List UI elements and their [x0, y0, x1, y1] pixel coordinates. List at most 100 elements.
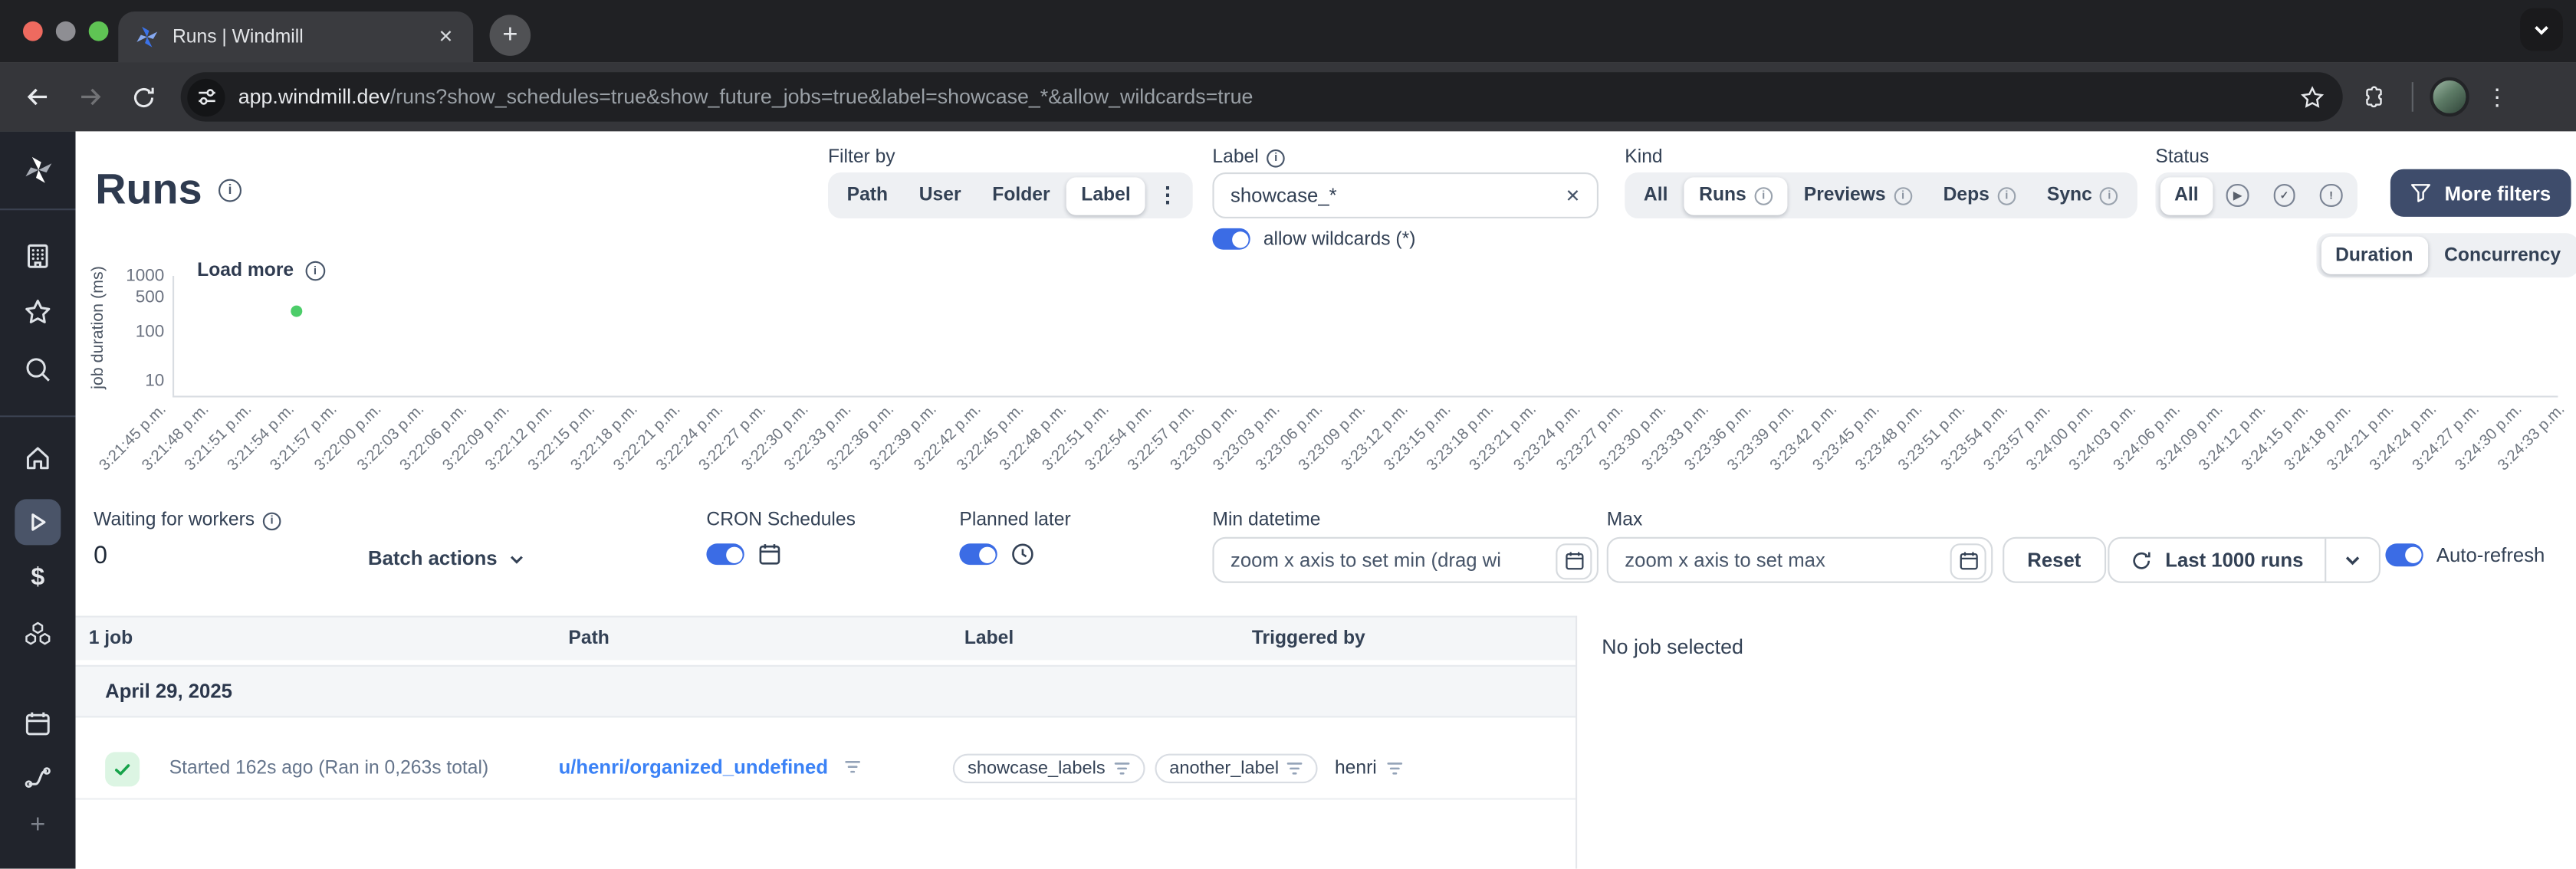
filter-by-user-icon[interactable]: [1387, 760, 1403, 776]
allow-wildcards-control: allow wildcards (*): [1212, 228, 1415, 250]
label-filter-input[interactable]: showcase_* ✕: [1212, 172, 1598, 218]
status-option-label: All: [2174, 185, 2199, 205]
bookmark-icon[interactable]: [2300, 84, 2334, 109]
address-bar[interactable]: app.windmill.dev/runs?show_schedules=tru…: [180, 72, 2343, 122]
view-option-label: Duration: [2335, 245, 2413, 266]
min-datetime-input[interactable]: zoom x axis to set min (drag wi: [1212, 536, 1598, 583]
triggered-by-user: henri: [1334, 758, 1377, 779]
job-count: 1 job: [88, 628, 133, 649]
screen: Runs | Windmill ✕ + app.windmill.dev/run…: [0, 0, 2576, 869]
windmill-logo-icon: [135, 25, 159, 49]
cron-schedules-control: [706, 542, 782, 566]
site-info-icon[interactable]: [187, 77, 225, 116]
windmill-sidebar-logo-icon[interactable]: [0, 154, 76, 185]
view-option-concurrency[interactable]: Concurrency: [2430, 237, 2576, 274]
browser-tab[interactable]: Runs | Windmill ✕: [118, 11, 474, 63]
close-window-button[interactable]: [23, 21, 43, 41]
sidebar-item-workers[interactable]: [0, 762, 76, 792]
cron-schedules-toggle[interactable]: [706, 543, 744, 566]
clear-label-icon[interactable]: ✕: [1566, 185, 1581, 206]
sidebar-item-favorites[interactable]: [0, 297, 76, 327]
status-failure-icon[interactable]: !: [2308, 176, 2354, 214]
sidebar-item-home[interactable]: [0, 444, 76, 474]
filter-by-path-icon[interactable]: [844, 759, 861, 775]
sidebar-item-runs[interactable]: [0, 499, 76, 546]
sidebar-item-add[interactable]: +: [0, 812, 76, 841]
load-more-info-icon[interactable]: i: [305, 261, 325, 281]
browser-tabstrip: Runs | Windmill ✕ +: [0, 0, 2576, 63]
minimize-window-button[interactable]: [55, 21, 76, 41]
profile-avatar[interactable]: [2430, 77, 2469, 117]
sidebar-item-resources[interactable]: [0, 619, 76, 649]
label-pill[interactable]: showcase_labels: [952, 753, 1145, 784]
kind-option-previews[interactable]: Previews i: [1789, 176, 1927, 214]
chart-y-axis-label: job duration (ms): [89, 266, 108, 389]
sidebar: $ +: [0, 131, 76, 869]
min-calendar-icon[interactable]: [1556, 543, 1592, 579]
more-filters-button[interactable]: More filters: [2390, 169, 2571, 217]
waiting-workers-value: 0: [94, 542, 108, 570]
auto-refresh-control: Auto-refresh: [2385, 543, 2545, 567]
zoom-window-button[interactable]: [88, 21, 109, 41]
chevron-down-icon: [507, 549, 525, 568]
kind-option-runs[interactable]: Runs i: [1684, 176, 1788, 215]
sidebar-item-workspace[interactable]: [0, 241, 76, 271]
sidebar-item-variables[interactable]: $: [0, 563, 76, 591]
filter-by-label-icon[interactable]: [1113, 760, 1129, 776]
runs-info-icon[interactable]: i: [219, 178, 242, 202]
kind-option-deps[interactable]: Deps i: [1928, 176, 2030, 214]
y-tick-label: 1000: [126, 266, 165, 286]
status-success-icon[interactable]: ✓: [2262, 176, 2307, 214]
tab-title: Runs | Windmill: [172, 27, 304, 48]
run-path-link[interactable]: u/henri/organized_undefined: [559, 756, 828, 779]
label-pill-text: showcase_labels: [968, 758, 1106, 779]
load-more-button[interactable]: Load more i: [197, 261, 325, 281]
sidebar-item-search[interactable]: [0, 355, 76, 385]
tab-search-button[interactable]: [2520, 8, 2563, 51]
allow-wildcards-toggle[interactable]: [1212, 228, 1250, 250]
tab-close-icon[interactable]: ✕: [435, 26, 456, 48]
new-tab-button[interactable]: +: [489, 15, 531, 56]
planned-later-control: [959, 542, 1035, 566]
batch-actions-button[interactable]: Batch actions: [368, 547, 525, 570]
status-running-icon[interactable]: ▶: [2215, 176, 2260, 214]
run-status-text: Started 162s ago (Ran in 0,263s total): [169, 758, 489, 779]
kind-segmented-control: All Runs i Previews i Deps i Sync i: [1625, 172, 2137, 218]
last-runs-split-button: Last 1000 runs: [2108, 536, 2381, 583]
status-failure-icon: !: [2320, 184, 2343, 207]
reset-button[interactable]: Reset: [2003, 536, 2106, 583]
max-calendar-icon[interactable]: [1950, 543, 1986, 579]
label-pill[interactable]: another_label: [1154, 753, 1319, 784]
sidebar-item-schedules[interactable]: [0, 710, 76, 739]
auto-refresh-toggle[interactable]: [2385, 543, 2423, 567]
filter-by-option-path[interactable]: Path: [832, 176, 902, 214]
chart-x-axis[interactable]: [172, 395, 2558, 398]
chrome-menu-icon[interactable]: ⋮: [2479, 83, 2515, 110]
view-toggle-segmented-control: Duration Concurrency: [2316, 233, 2576, 278]
view-option-duration[interactable]: Duration: [2320, 236, 2428, 274]
runs-page: Runs i Filter by Path User Folder Label ⋮ La…: [75, 131, 2576, 869]
table-row[interactable]: Started 162s ago (Ran in 0,263s total) u…: [75, 739, 1576, 800]
extensions-icon[interactable]: [2353, 76, 2396, 119]
filter-by-option-folder[interactable]: Folder: [978, 176, 1065, 214]
back-icon[interactable]: [16, 76, 59, 119]
planned-later-toggle[interactable]: [959, 543, 997, 566]
status-option-all[interactable]: All: [2159, 176, 2213, 215]
label-info-icon[interactable]: i: [1267, 148, 1286, 167]
forward-icon[interactable]: [69, 76, 112, 119]
last-runs-dropdown-icon[interactable]: [2326, 539, 2379, 582]
kind-option-sync[interactable]: Sync i: [2032, 176, 2134, 214]
reload-icon[interactable]: [122, 76, 165, 119]
kind-option-all[interactable]: All: [1629, 176, 1683, 214]
filter-by-option-label[interactable]: Label: [1066, 176, 1145, 215]
kind-option-label: Runs: [1699, 185, 1746, 205]
traffic-lights: [23, 21, 109, 41]
last-runs-button[interactable]: Last 1000 runs: [2109, 539, 2325, 582]
filter-by-more-options-icon[interactable]: ⋮: [1147, 176, 1188, 214]
chart-data-point[interactable]: [291, 305, 303, 317]
max-datetime-input[interactable]: zoom x axis to set max: [1606, 536, 1993, 583]
min-datetime-label: Min datetime: [1212, 510, 1321, 531]
waiting-workers-info-icon[interactable]: i: [262, 511, 281, 530]
filter-by-label-icon[interactable]: [1287, 760, 1303, 776]
filter-by-option-user[interactable]: User: [904, 176, 975, 214]
